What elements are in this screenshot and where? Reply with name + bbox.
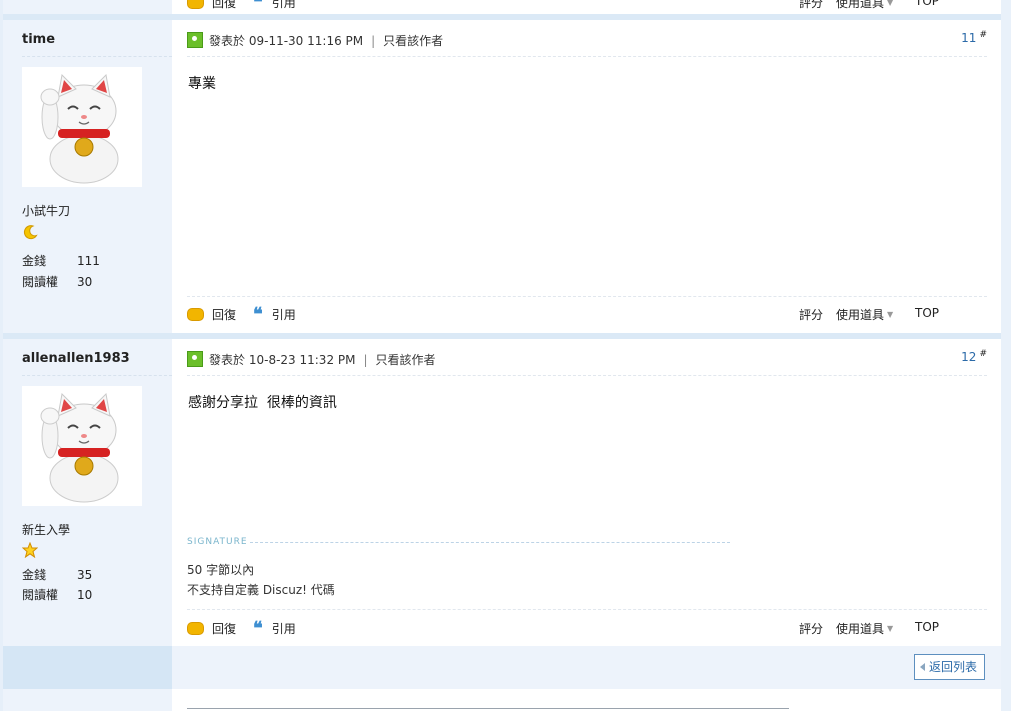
chevron-down-icon: ▼ (887, 310, 894, 319)
quick-reply-area (172, 689, 1001, 711)
separator: | (363, 353, 368, 367)
top-link[interactable]: TOP (915, 620, 939, 634)
avatar[interactable] (22, 67, 142, 187)
sidebar-divider (22, 56, 172, 57)
post-body: 發表於 10-8-23 11:32 PM | 只看該作者 12 # 感謝分享拉 很棒的… (172, 339, 1001, 646)
post-actions: 回復 ❝ 引用 評分 使用道具 ▼ TOP (187, 303, 987, 325)
signature-divider (250, 542, 730, 543)
author-sidebar: time 小試牛刀 金錢 111 閱讀權 30 (3, 20, 172, 333)
reply-bubble-icon (187, 308, 204, 321)
signature-line: 50 字節以內 (187, 563, 255, 577)
post-divider-top (187, 56, 987, 57)
post-11: time 小試牛刀 金錢 111 閱讀權 30 發表於 09-11-30 11:… (3, 20, 1001, 333)
reply-bubble-icon (187, 0, 204, 9)
quote-icon: ❝ (253, 0, 263, 13)
reply-sidebar (3, 689, 172, 711)
online-status-icon (187, 32, 203, 48)
post-divider-bottom (187, 296, 987, 297)
top-link[interactable]: TOP (915, 0, 939, 8)
post-actions: 回復 ❝ 引用 評分 使用道具 ▼ TOP (187, 617, 987, 639)
online-status-icon (187, 351, 203, 367)
post-info: 發表於 10-8-23 11:32 PM | 只看該作者 (187, 351, 436, 368)
floor-number[interactable]: 11 # (961, 30, 987, 45)
previous-post-sidebar (3, 0, 172, 14)
post-divider-top (187, 375, 987, 376)
quote-icon: ❝ (253, 303, 263, 325)
lucky-cat-image (40, 73, 119, 184)
quote-button[interactable]: ❝ 引用 (253, 303, 296, 325)
lucky-cat-image (40, 392, 119, 503)
rate-button[interactable]: 評分 (799, 0, 823, 11)
stat-money: 金錢 111 (22, 254, 100, 268)
post-divider-bottom (187, 609, 987, 610)
only-author-link[interactable]: 只看該作者 (383, 34, 443, 48)
author-name[interactable]: allenallen1983 (22, 351, 130, 366)
tools-menu[interactable]: 使用道具 ▼ (836, 306, 893, 323)
star-icon (21, 541, 39, 559)
floor-number[interactable]: 12 # (961, 349, 987, 364)
chevron-down-icon: ▼ (887, 0, 894, 7)
reply-button[interactable]: 回復 (187, 306, 236, 323)
avatar[interactable] (22, 386, 142, 506)
reply-bubble-icon (187, 622, 204, 635)
user-rank: 小試牛刀 (22, 204, 71, 218)
footer-sidebar (3, 646, 172, 689)
separator: | (371, 34, 376, 48)
user-rank: 新生入學 (22, 523, 71, 537)
signature-line: 不支持自定義 Discuz! 代碼 (187, 583, 335, 597)
reply-button[interactable]: 回復 (187, 0, 236, 11)
post-content: 感謝分享拉 很棒的資訊 (188, 395, 337, 411)
stat-money: 金錢 35 (22, 568, 93, 582)
post-content: 專業 (188, 76, 216, 92)
reply-button[interactable]: 回復 (187, 620, 236, 637)
chevron-down-icon: ▼ (887, 624, 894, 633)
rate-button[interactable]: 評分 (799, 306, 823, 323)
tools-menu[interactable]: 使用道具 ▼ (836, 0, 893, 11)
thread-view: 回復 ❝ 引用 評分 使用道具 ▼ TOP time 小試牛刀 金錢 111 閱… (0, 0, 1011, 711)
thread-footer: 返回列表 (172, 646, 1001, 689)
quote-button[interactable]: ❝ 引用 (253, 617, 296, 639)
reply-input-border[interactable] (187, 708, 789, 709)
quote-button[interactable]: ❝ 引用 (253, 0, 296, 11)
top-link[interactable]: TOP (915, 306, 939, 320)
author-sidebar: allenallen1983 新生入學 金錢 35 閱讀權 10 (3, 339, 172, 646)
quote-icon: ❝ (253, 617, 263, 639)
back-to-list-button[interactable]: 返回列表 (913, 654, 985, 680)
moon-icon (22, 224, 38, 240)
post-info: 發表於 09-11-30 11:16 PM | 只看該作者 (187, 32, 443, 49)
author-name[interactable]: time (22, 32, 55, 47)
post-time: 09-11-30 11:16 PM (248, 34, 364, 48)
post-body: 發表於 09-11-30 11:16 PM | 只看該作者 11 # 專業 回復 ❝ 引… (172, 20, 1001, 333)
stat-read-permission: 閱讀權 30 (22, 275, 93, 289)
rate-button[interactable]: 評分 (799, 620, 823, 637)
previous-post-actions: 回復 ❝ 引用 評分 使用道具 ▼ TOP (172, 0, 1001, 14)
only-author-link[interactable]: 只看該作者 (376, 353, 436, 367)
sidebar-divider (22, 375, 172, 376)
stat-read-permission: 閱讀權 10 (22, 588, 93, 602)
signature-label: SIGNATURE (187, 537, 248, 547)
post-time: 10-8-23 11:32 PM (248, 353, 356, 367)
post-12: allenallen1983 新生入學 金錢 35 閱讀權 10 發表於 10-… (3, 339, 1001, 646)
tools-menu[interactable]: 使用道具 ▼ (836, 620, 893, 637)
page-right-edge (1001, 0, 1011, 711)
